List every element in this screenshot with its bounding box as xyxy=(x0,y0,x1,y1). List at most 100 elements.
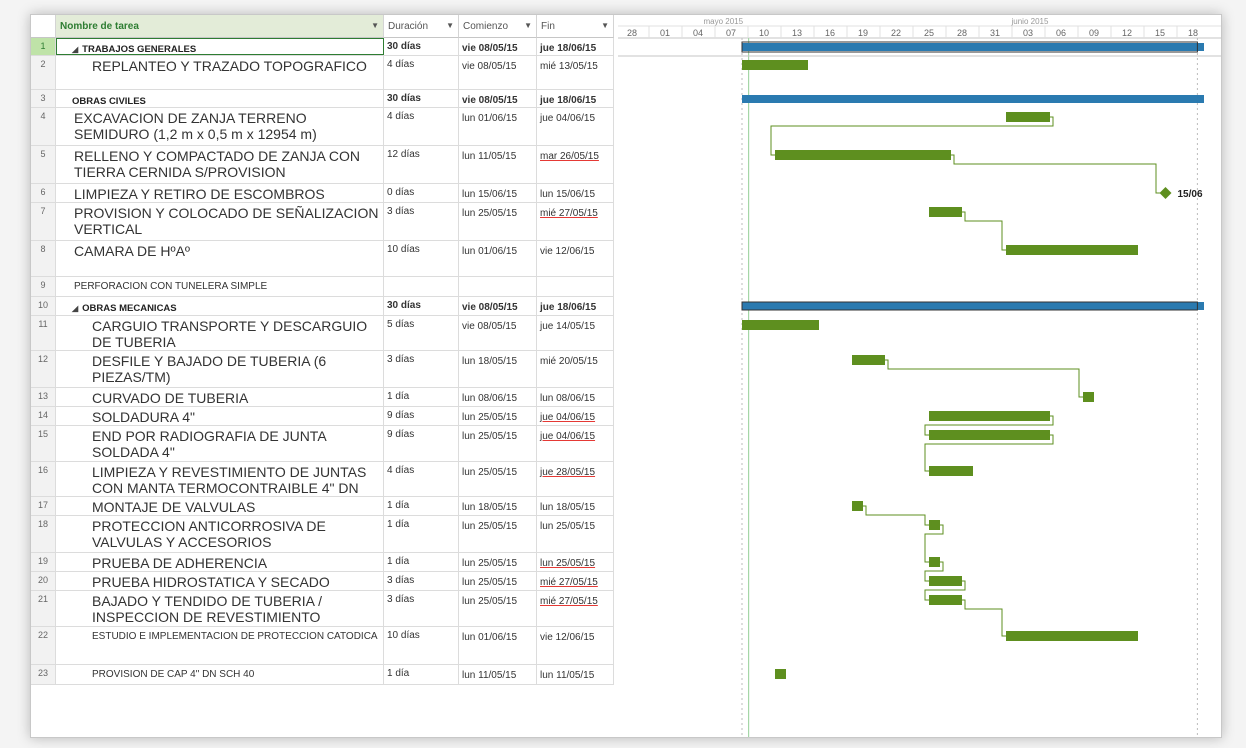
task-name-cell[interactable]: BAJADO Y TENDIDO DE TUBERIA / INSPECCION… xyxy=(56,591,384,626)
task-duration[interactable]: 3 días xyxy=(384,591,459,626)
task-row-14[interactable]: 14 SOLDADURA 4" 9 días lun 25/05/15 jue 04/0… xyxy=(31,407,614,426)
task-name-cell[interactable]: REPLANTEO Y TRAZADO TOPOGRAFICO xyxy=(56,56,384,89)
task-duration[interactable]: 9 días xyxy=(384,426,459,461)
task-name-cell[interactable]: SOLDADURA 4" xyxy=(56,407,384,425)
task-duration[interactable]: 1 día xyxy=(384,516,459,552)
task-end[interactable]: mié 27/05/15 xyxy=(537,591,614,626)
row-id[interactable]: 17 xyxy=(31,497,56,515)
task-duration[interactable]: 1 día xyxy=(384,388,459,406)
task-row-21[interactable]: 21 BAJADO Y TENDIDO DE TUBERIA / INSPECCI… xyxy=(31,591,614,627)
task-start[interactable]: lun 01/06/15 xyxy=(459,108,537,145)
task-name-cell[interactable]: CURVADO DE TUBERIA xyxy=(56,388,384,406)
task-start[interactable]: lun 25/05/15 xyxy=(459,462,537,496)
task-row-23[interactable]: 23 PROVISION DE CAP 4" DN SCH 40 1 día lun … xyxy=(31,665,614,685)
task-start[interactable]: lun 01/06/15 xyxy=(459,627,537,664)
task-name-cell[interactable]: END POR RADIOGRAFIA DE JUNTA SOLDADA 4" xyxy=(56,426,384,461)
gantt-chart-area[interactable]: mayo 2015 junio 2015 28 01 04 07 10 13 16 19 22 25 2… xyxy=(618,15,1221,737)
row-id[interactable]: 13 xyxy=(31,388,56,406)
task-row-10[interactable]: 10 ◢ OBRAS MECANICAS 30 días vie 08/05/15 jue… xyxy=(31,297,614,316)
task-name-cell[interactable]: PROVISION DE CAP 4" DN SCH 40 xyxy=(56,665,384,684)
task-name-cell[interactable]: LIMPIEZA Y RETIRO DE ESCOMBROS xyxy=(56,184,384,202)
task-start[interactable]: lun 18/05/15 xyxy=(459,351,537,387)
task-start[interactable]: lun 25/05/15 xyxy=(459,203,537,240)
task-name-cell[interactable]: ESTUDIO E IMPLEMENTACION DE PROTECCION C… xyxy=(56,627,384,664)
task-end[interactable]: jue 18/06/15 xyxy=(537,38,614,55)
task-start[interactable]: lun 15/06/15 xyxy=(459,184,537,202)
task-name-cell[interactable]: OBRAS CIVILES xyxy=(56,90,384,107)
task-end[interactable]: mié 27/05/15 xyxy=(537,572,614,590)
task-end[interactable]: lun 15/06/15 xyxy=(537,184,614,202)
task-name-cell[interactable]: EXCAVACION DE ZANJA TERRENO SEMIDURO (1,… xyxy=(56,108,384,145)
task-row-13[interactable]: 13 CURVADO DE TUBERIA 1 día lun 08/06/15 lun… xyxy=(31,388,614,407)
row-id[interactable]: 16 xyxy=(31,462,56,496)
task-duration[interactable]: 1 día xyxy=(384,553,459,571)
task-start[interactable]: lun 01/06/15 xyxy=(459,241,537,276)
task-end[interactable]: mié 13/05/15 xyxy=(537,56,614,89)
task-start[interactable]: vie 08/05/15 xyxy=(459,56,537,89)
row-id[interactable]: 14 xyxy=(31,407,56,425)
task-start[interactable]: lun 25/05/15 xyxy=(459,572,537,590)
task-name-cell[interactable]: CAMARA DE HºAº xyxy=(56,241,384,276)
task-duration[interactable]: 12 días xyxy=(384,146,459,183)
task-duration[interactable] xyxy=(384,277,459,296)
chevron-down-icon[interactable]: ▼ xyxy=(446,21,454,30)
row-id[interactable]: 21 xyxy=(31,591,56,626)
task-end[interactable]: vie 12/06/15 xyxy=(537,241,614,276)
row-id[interactable]: 7 xyxy=(31,203,56,240)
task-row-3[interactable]: 3 OBRAS CIVILES 30 días vie 08/05/15 jue 18/… xyxy=(31,90,614,108)
chevron-down-icon[interactable]: ▼ xyxy=(371,21,379,30)
task-end[interactable]: jue 14/05/15 xyxy=(537,316,614,350)
task-start[interactable]: lun 25/05/15 xyxy=(459,591,537,626)
row-id[interactable]: 6 xyxy=(31,184,56,202)
task-name-cell[interactable]: MONTAJE DE VALVULAS xyxy=(56,497,384,515)
task-start[interactable]: lun 18/05/15 xyxy=(459,497,537,515)
task-duration[interactable]: 5 días xyxy=(384,316,459,350)
task-row-8[interactable]: 8 CAMARA DE HºAº 10 días lun 01/06/15 vie 12… xyxy=(31,241,614,277)
row-id[interactable]: 2 xyxy=(31,56,56,89)
task-row-18[interactable]: 18 PROTECCION ANTICORROSIVA DE VALVULAS Y… xyxy=(31,516,614,553)
task-row-20[interactable]: 20 PRUEBA HIDROSTATICA Y SECADO 3 días lun … xyxy=(31,572,614,591)
task-duration[interactable]: 3 días xyxy=(384,203,459,240)
task-name-cell[interactable]: DESFILE Y BAJADO DE TUBERIA (6 PIEZAS/TM… xyxy=(56,351,384,387)
task-row-5[interactable]: 5 RELLENO Y COMPACTADO DE ZANJA CON TIERR… xyxy=(31,146,614,184)
task-duration[interactable]: 3 días xyxy=(384,351,459,387)
task-name-cell[interactable]: PRUEBA DE ADHERENCIA xyxy=(56,553,384,571)
task-start[interactable] xyxy=(459,277,537,296)
task-start[interactable]: lun 25/05/15 xyxy=(459,516,537,552)
row-id[interactable]: 23 xyxy=(31,665,56,684)
task-duration[interactable]: 10 días xyxy=(384,627,459,664)
task-duration[interactable]: 0 días xyxy=(384,184,459,202)
task-row-9[interactable]: 9 PERFORACION CON TUNELERA SIMPLE xyxy=(31,277,614,297)
row-id[interactable]: 9 xyxy=(31,277,56,296)
row-id[interactable]: 15 xyxy=(31,426,56,461)
task-start[interactable]: vie 08/05/15 xyxy=(459,38,537,55)
task-name-cell[interactable]: ◢ OBRAS MECANICAS xyxy=(56,297,384,315)
task-start[interactable]: lun 11/05/15 xyxy=(459,146,537,183)
task-duration[interactable]: 3 días xyxy=(384,572,459,590)
task-end[interactable]: jue 18/06/15 xyxy=(537,297,614,315)
task-duration[interactable]: 1 día xyxy=(384,665,459,684)
column-header-name[interactable]: Nombre de tarea ▼ xyxy=(56,15,384,38)
row-id[interactable]: 22 xyxy=(31,627,56,664)
task-start[interactable]: vie 08/05/15 xyxy=(459,316,537,350)
task-start[interactable]: lun 25/05/15 xyxy=(459,407,537,425)
task-end[interactable]: mié 27/05/15 xyxy=(537,203,614,240)
row-id[interactable]: 8 xyxy=(31,241,56,276)
chevron-down-icon[interactable]: ▼ xyxy=(601,21,609,30)
row-id[interactable]: 4 xyxy=(31,108,56,145)
task-row-6[interactable]: 6 LIMPIEZA Y RETIRO DE ESCOMBROS 0 días lun… xyxy=(31,184,614,203)
task-start[interactable]: lun 25/05/15 xyxy=(459,553,537,571)
task-duration[interactable]: 4 días xyxy=(384,108,459,145)
task-name-cell[interactable]: PROTECCION ANTICORROSIVA DE VALVULAS Y A… xyxy=(56,516,384,552)
task-start[interactable]: vie 08/05/15 xyxy=(459,297,537,315)
task-row-4[interactable]: 4 EXCAVACION DE ZANJA TERRENO SEMIDURO (1… xyxy=(31,108,614,146)
row-header-corner[interactable] xyxy=(31,15,56,38)
task-end[interactable]: vie 12/06/15 xyxy=(537,627,614,664)
row-id[interactable]: 20 xyxy=(31,572,56,590)
row-id[interactable]: 10 xyxy=(31,297,56,315)
task-name-cell[interactable]: CARGUIO TRANSPORTE Y DESCARGUIO DE TUBER… xyxy=(56,316,384,350)
task-end[interactable]: lun 25/05/15 xyxy=(537,516,614,552)
column-header-duration[interactable]: Duración ▼ xyxy=(384,15,459,38)
task-start[interactable]: vie 08/05/15 xyxy=(459,90,537,107)
task-row-7[interactable]: 7 PROVISION Y COLOCADO DE SEÑALIZACION VE… xyxy=(31,203,614,241)
